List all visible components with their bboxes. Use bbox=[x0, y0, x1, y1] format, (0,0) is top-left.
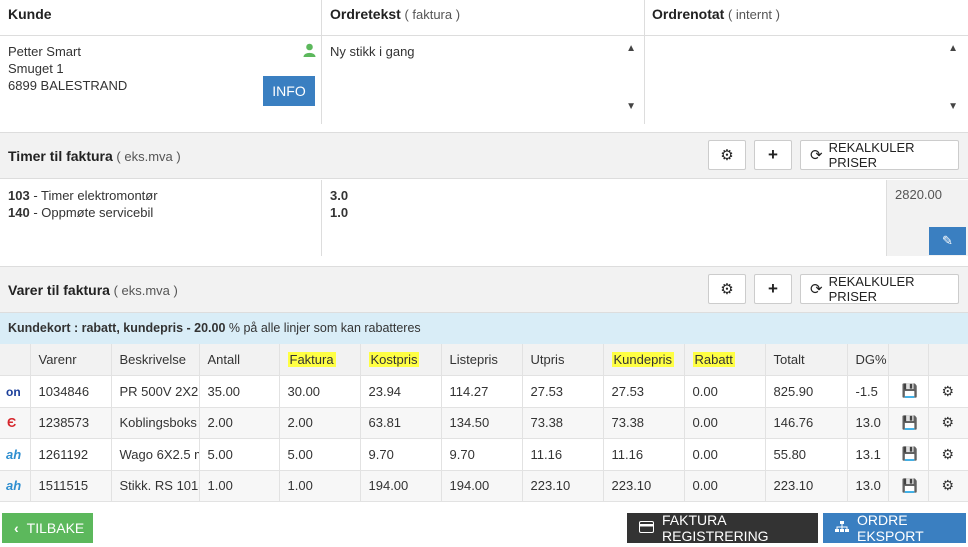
table-row[interactable]: on 1034846 PR 500V 2X2,5 35.00 30.00 23.… bbox=[0, 375, 968, 408]
customer-name: Petter Smart bbox=[8, 44, 81, 59]
gear-icon[interactable]: ⚙ bbox=[928, 470, 968, 502]
hours-settings-button[interactable]: ⚙ bbox=[708, 140, 746, 170]
sitemap-icon bbox=[835, 520, 849, 536]
col-varenr[interactable]: Varenr bbox=[30, 344, 112, 376]
col-totalt[interactable]: Totalt bbox=[765, 344, 848, 376]
user-icon bbox=[303, 43, 316, 57]
order-text-value: Ny stikk i gang bbox=[330, 44, 415, 59]
gear-icon[interactable]: ⚙ bbox=[928, 375, 968, 408]
col-dg[interactable]: DG% bbox=[847, 344, 889, 376]
save-icon[interactable]: 💾 bbox=[888, 438, 929, 471]
col-beskrivelse[interactable]: Beskrivelse bbox=[111, 344, 200, 376]
goods-title: Varer til faktura ( eks.mva ) bbox=[8, 282, 178, 298]
col-kundepris[interactable]: Kundepris bbox=[603, 344, 685, 376]
plus-icon: + bbox=[768, 279, 778, 298]
gear-icon: ⚙ bbox=[720, 147, 734, 164]
col-utpris[interactable]: Utpris bbox=[522, 344, 604, 376]
customer-street: Smuget 1 bbox=[8, 61, 64, 76]
refresh-icon: ⟳ bbox=[810, 147, 823, 164]
refresh-icon: ⟳ bbox=[810, 281, 823, 298]
col-kostpris[interactable]: Kostpris bbox=[360, 344, 442, 376]
goods-recalc-button[interactable]: ⟳ REKALKULER PRISER bbox=[800, 274, 959, 304]
col-antall[interactable]: Antall bbox=[199, 344, 280, 376]
gear-icon[interactable]: ⚙ bbox=[928, 407, 968, 439]
col-faktura[interactable]: Faktura bbox=[279, 344, 361, 376]
table-row[interactable]: ah 1261192 Wago 6X2.5 m 5.00 5.00 9.70 9… bbox=[0, 438, 968, 471]
chevron-left-icon: ‹ bbox=[14, 520, 19, 536]
discount-banner: Kundekort : rabatt, kundepris - 20.00 % … bbox=[0, 313, 968, 344]
top-header bbox=[0, 0, 968, 36]
hours-line: 103 - Timer elektromontør bbox=[8, 188, 158, 203]
supplier-logo-ahlsell: ah bbox=[0, 470, 31, 502]
order-text-scroll-up[interactable]: ▲ bbox=[626, 43, 636, 54]
supplier-logo-onninen: on bbox=[0, 375, 31, 408]
order-note-scroll-down[interactable]: ▼ bbox=[948, 101, 958, 112]
col-listepris[interactable]: Listepris bbox=[441, 344, 523, 376]
order-export-button[interactable]: ORDRE EKSPORT bbox=[823, 512, 966, 544]
credit-card-icon bbox=[639, 520, 654, 536]
hours-total: 2820.00 bbox=[895, 187, 942, 202]
invoice-registration-button[interactable]: FAKTURA REGISTRERING bbox=[627, 512, 818, 544]
save-icon[interactable]: 💾 bbox=[888, 407, 929, 439]
customer-address: Petter Smart Smuget 1 6899 BALESTRAND bbox=[8, 43, 127, 94]
table-header-row: Varenr Beskrivelse Antall Faktura Kostpr… bbox=[0, 344, 968, 376]
hours-add-button[interactable]: + bbox=[754, 140, 792, 170]
save-icon[interactable]: 💾 bbox=[888, 375, 929, 408]
save-icon[interactable]: 💾 bbox=[888, 470, 929, 502]
hours-title: Timer til faktura ( eks.mva ) bbox=[8, 148, 181, 164]
supplier-logo-ahlsell: ah bbox=[0, 438, 31, 471]
goods-add-button[interactable]: + bbox=[754, 274, 792, 304]
gear-icon: ⚙ bbox=[720, 281, 734, 298]
hours-line: 140 - Oppmøte servicebil bbox=[8, 205, 154, 220]
goods-table: Varenr Beskrivelse Antall Faktura Kostpr… bbox=[0, 344, 968, 502]
order-note-scroll-up[interactable]: ▲ bbox=[948, 43, 958, 54]
order-text-sub: ( faktura ) bbox=[404, 7, 461, 22]
customer-header: Kunde bbox=[8, 6, 52, 22]
table-row[interactable]: ah 1511515 Stikk. RS 1013 1.00 1.00 194.… bbox=[0, 470, 968, 502]
order-note-input[interactable]: ▲ ▼ bbox=[645, 37, 968, 123]
order-note-title: Ordrenotat bbox=[652, 6, 725, 22]
order-text-header: Ordretekst ( faktura ) bbox=[330, 6, 460, 22]
hours-lines: 103 - Timer elektromontør 140 - Oppmøte … bbox=[8, 187, 158, 221]
customer-postal: 6899 BALESTRAND bbox=[8, 78, 128, 93]
col-rabatt[interactable]: Rabatt bbox=[684, 344, 766, 376]
order-note-header: Ordrenotat ( internt ) bbox=[652, 6, 780, 22]
order-text-scroll-down[interactable]: ▼ bbox=[626, 101, 636, 112]
hours-edit-button[interactable]: ✎ bbox=[929, 227, 966, 255]
hours-recalc-button[interactable]: ⟳ REKALKULER PRISER bbox=[800, 140, 959, 170]
back-button[interactable]: ‹ TILBAKE bbox=[2, 513, 93, 543]
hours-quantities: 3.0 1.0 bbox=[330, 188, 349, 220]
gear-icon[interactable]: ⚙ bbox=[928, 438, 968, 471]
supplier-logo-elektroskandia: Є bbox=[0, 407, 31, 439]
order-text-input[interactable]: Ny stikk i gang ▲ ▼ bbox=[322, 37, 644, 123]
order-note-sub: ( internt ) bbox=[727, 7, 780, 22]
plus-icon: + bbox=[768, 145, 778, 164]
pencil-icon: ✎ bbox=[942, 233, 953, 248]
order-text-title: Ordretekst bbox=[330, 6, 401, 22]
goods-settings-button[interactable]: ⚙ bbox=[708, 274, 746, 304]
table-row[interactable]: Є 1238573 Koblingsboks 2.00 2.00 63.81 1… bbox=[0, 407, 968, 439]
info-button[interactable]: INFO bbox=[263, 76, 315, 106]
